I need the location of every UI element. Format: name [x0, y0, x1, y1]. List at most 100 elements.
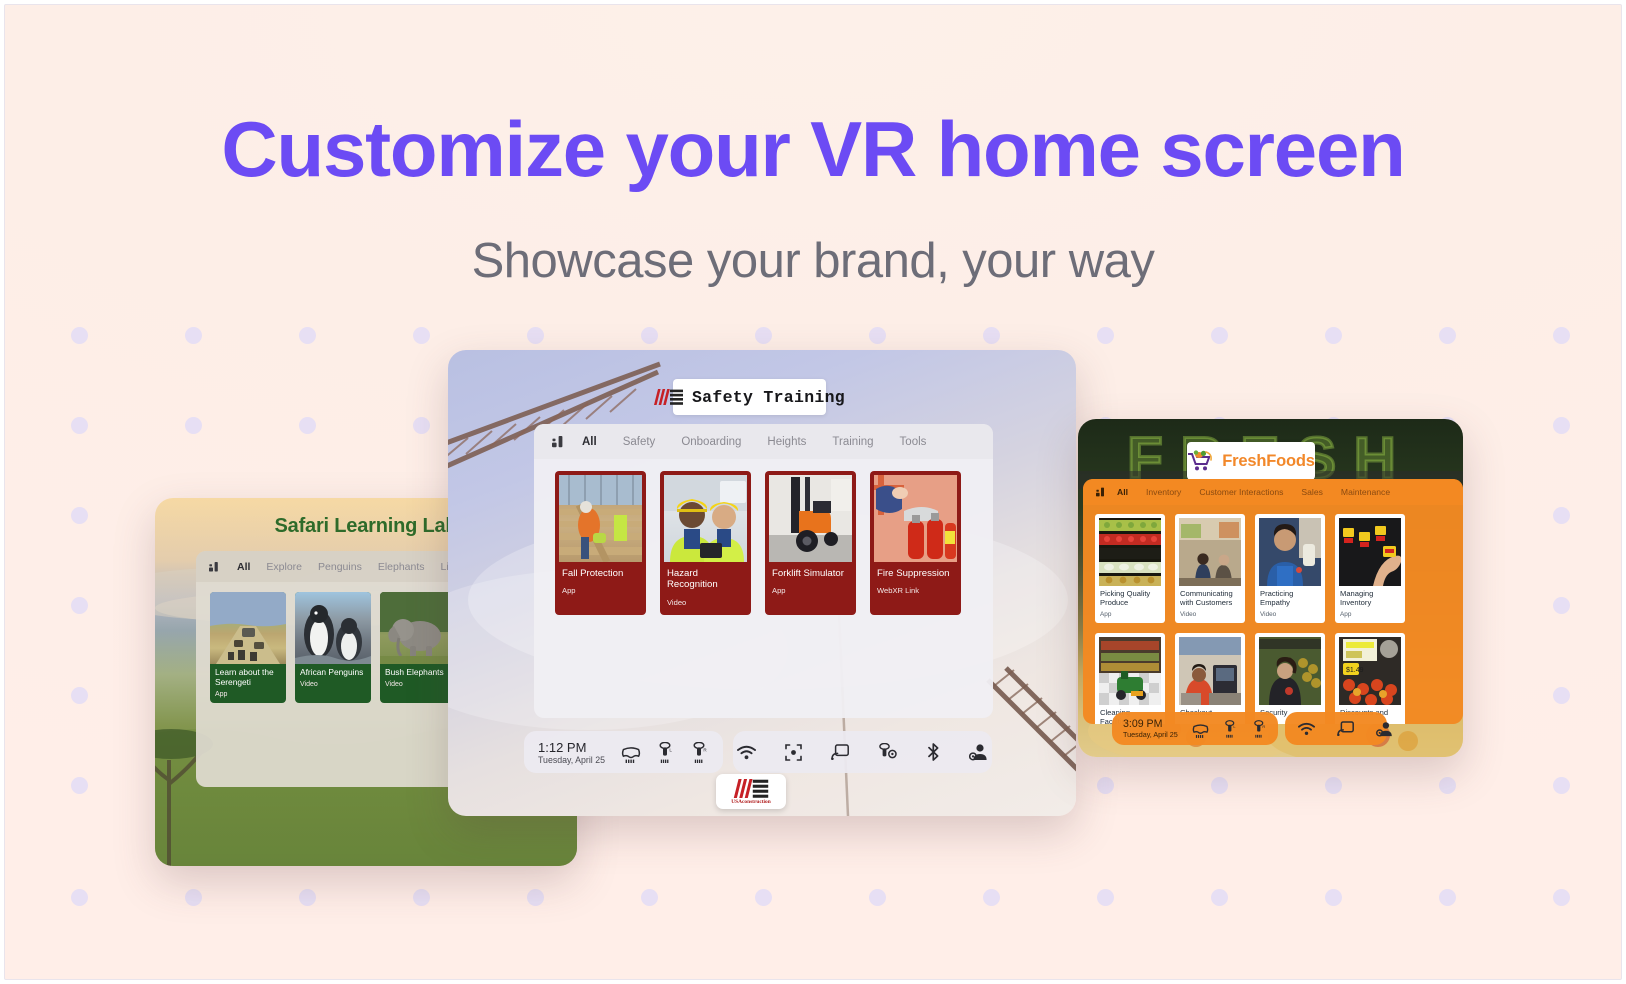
bluetooth-icon[interactable] [927, 743, 940, 761]
safety-quick-icons[interactable] [736, 743, 987, 761]
fresh-nav-item-1[interactable]: Inventory [1146, 487, 1181, 497]
safari-card-1-title: African Penguins [300, 667, 364, 677]
background-dot [1097, 889, 1114, 906]
headset-icon[interactable] [1192, 720, 1209, 738]
safety-app-window[interactable]: All Safety Onboarding Heights Training T… [534, 424, 993, 718]
wifi-icon[interactable] [736, 745, 756, 760]
fresh-quick-icons[interactable] [1298, 721, 1392, 737]
safari-card-2[interactable]: Bush Elephants Video [380, 592, 456, 703]
svg-text:R: R [1262, 724, 1265, 729]
safety-brand-bar: Safety Training [653, 379, 845, 415]
fresh-card-6-thumb [1259, 636, 1321, 705]
safety-nav-item-5[interactable]: Tools [900, 436, 927, 448]
usaconstruction-bars-icon [653, 389, 683, 405]
safety-card-3[interactable]: Fire Suppression WebXR Link [870, 471, 961, 615]
fresh-card-7[interactable]: $1.49 Discounts and [1335, 632, 1405, 724]
screenshot-icon[interactable] [784, 743, 802, 761]
background-dot [299, 417, 316, 434]
people-settings-icon[interactable] [1376, 721, 1394, 737]
fresh-nav-item-4[interactable]: Maintenance [1341, 487, 1390, 497]
fresh-taskbar-status[interactable]: 3:09 PM Tuesday, April 25 L R [1112, 712, 1278, 745]
fresh-taskbar-quick-settings[interactable] [1285, 712, 1392, 745]
safety-card-1[interactable]: Hazard Recognition Video [660, 471, 751, 615]
safari-card-2-title: Bush Elephants [385, 667, 444, 677]
safari-nav-item-1[interactable]: Explore [266, 561, 302, 573]
fresh-card-0[interactable]: Picking Quality Produce App [1095, 514, 1165, 623]
background-dot [413, 327, 430, 344]
fresh-nav-item-3[interactable]: Sales [1301, 487, 1323, 497]
safety-logo-caption: USAconstruction [731, 798, 771, 805]
safety-card-0-type: App [562, 586, 576, 596]
vr-panel-safety-training[interactable]: Safety Training All Safety Onboarding He… [448, 350, 1076, 816]
safari-nav-item-2[interactable]: Penguins [318, 561, 362, 573]
safety-taskbar-status[interactable]: 1:12 PM Tuesday, April 25 L R [524, 731, 723, 773]
headset-icon[interactable] [621, 742, 641, 763]
fresh-nav-item-2[interactable]: Customer Interactions [1199, 487, 1283, 497]
background-dot [71, 687, 88, 704]
safety-logo-chip[interactable]: USAconstruction [716, 774, 786, 809]
safety-nav-row[interactable]: All Safety Onboarding Heights Training T… [534, 424, 993, 459]
wifi-icon[interactable] [1298, 722, 1315, 736]
fresh-card-7-thumb: $1.49 [1339, 636, 1401, 705]
controller-left-icon[interactable]: L [658, 741, 675, 763]
fresh-clock: 3:09 PM Tuesday, April 25 [1123, 718, 1178, 739]
safety-card-0[interactable]: Fall Protection App [555, 471, 646, 615]
fresh-card-6[interactable]: Security [1255, 632, 1325, 724]
fresh-device-icons[interactable]: L R [1192, 719, 1267, 738]
safari-card-0[interactable]: Learn about the Serengeti App [210, 592, 286, 703]
safety-card-2-thumb [769, 475, 852, 562]
fresh-card-1-thumb [1179, 518, 1241, 586]
safety-clock-date: Tuesday, April 25 [538, 754, 605, 765]
fresh-card-4[interactable]: Cleaning Facilities [1095, 632, 1165, 724]
fresh-brand-bar: FreshFoods [1187, 442, 1315, 480]
safety-nav-item-2[interactable]: Onboarding [681, 436, 741, 448]
svg-text:$1.49: $1.49 [1346, 667, 1364, 674]
safety-nav-item-0[interactable]: All [582, 436, 597, 448]
fresh-nav-row[interactable]: All Inventory Customer Interactions Sale… [1083, 479, 1463, 505]
background-dot [1553, 417, 1570, 434]
fresh-card-0-thumb [1099, 518, 1161, 586]
apps-grid-icon[interactable] [552, 435, 566, 448]
safari-nav-item-3[interactable]: Elephants [378, 561, 425, 573]
background-dot [1325, 327, 1342, 344]
background-dot [1553, 687, 1570, 704]
fresh-app-window[interactable]: All Inventory Customer Interactions Sale… [1083, 479, 1463, 724]
background-dot [71, 889, 88, 906]
controller-left-icon[interactable]: L [1224, 719, 1238, 738]
people-settings-icon[interactable] [968, 743, 989, 761]
safety-taskbar-quick-settings[interactable] [733, 731, 992, 773]
safari-card-1[interactable]: African Penguins Video [295, 592, 371, 703]
safety-nav-item-1[interactable]: Safety [623, 436, 656, 448]
safari-card-0-type: App [215, 690, 228, 698]
fresh-card-grid: Picking Quality Produce App Communicatin… [1083, 505, 1463, 724]
safety-card-2[interactable]: Forklift Simulator App [765, 471, 856, 615]
fresh-brand-name: FreshFoods [1222, 451, 1315, 470]
apps-grid-icon[interactable] [209, 561, 221, 572]
safety-nav-item-4[interactable]: Training [832, 436, 873, 448]
background-dot [1553, 327, 1570, 344]
background-dot [299, 327, 316, 344]
background-dot [71, 597, 88, 614]
controller-right-icon[interactable]: R [1253, 719, 1267, 738]
fresh-card-2-thumb [1259, 518, 1321, 586]
fresh-card-2-type: Video [1260, 610, 1277, 618]
safari-nav-item-0[interactable]: All [237, 561, 250, 573]
fresh-card-1[interactable]: Communicating with Customers Video [1175, 514, 1245, 623]
page-title: Customize your VR home screen [221, 105, 1405, 193]
controller-settings-icon[interactable] [878, 743, 898, 761]
fresh-card-5[interactable]: Checkout [1175, 632, 1245, 724]
vr-panel-freshfoods[interactable]: FRESH Fr [1078, 419, 1463, 757]
fresh-card-3[interactable]: Managing Inventory App [1335, 514, 1405, 623]
cast-icon[interactable] [830, 744, 849, 760]
svg-text:R: R [703, 747, 707, 752]
cast-icon[interactable] [1337, 721, 1354, 736]
fresh-card-2[interactable]: Practicing Empathy Video [1255, 514, 1325, 623]
background-dot [869, 889, 886, 906]
safety-nav-item-3[interactable]: Heights [767, 436, 806, 448]
fresh-nav-item-0[interactable]: All [1117, 487, 1128, 497]
controller-right-icon[interactable]: R [692, 741, 709, 763]
safari-brand-name: Safari Learning Lab [274, 514, 458, 537]
background-dot [185, 417, 202, 434]
apps-grid-icon[interactable] [1096, 487, 1107, 497]
safety-device-icons[interactable]: L R [621, 741, 709, 763]
